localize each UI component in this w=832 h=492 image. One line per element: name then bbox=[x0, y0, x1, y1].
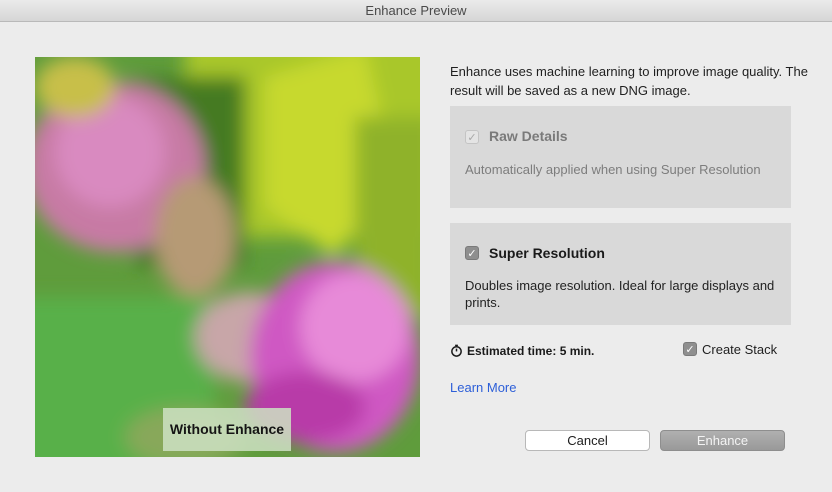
window-title: Enhance Preview bbox=[365, 3, 467, 18]
preview-label: Without Enhance bbox=[163, 408, 291, 451]
estimated-time-label: Estimated time: 5 min. bbox=[467, 344, 595, 358]
checkmark-icon: ✓ bbox=[685, 344, 695, 356]
learn-more-link[interactable]: Learn More bbox=[450, 380, 516, 395]
raw-details-description: Automatically applied when using Super R… bbox=[465, 162, 761, 177]
cancel-button[interactable]: Cancel bbox=[525, 430, 650, 451]
checkmark-icon: ✓ bbox=[467, 248, 477, 260]
raw-details-panel: ✓ Raw Details Automatically applied when… bbox=[450, 106, 791, 208]
stopwatch-icon bbox=[451, 344, 462, 357]
super-resolution-title[interactable]: Super Resolution bbox=[489, 245, 605, 261]
create-stack-checkbox[interactable]: ✓ bbox=[683, 342, 697, 356]
create-stack-label[interactable]: Create Stack bbox=[702, 342, 777, 357]
window-titlebar: Enhance Preview bbox=[0, 0, 832, 22]
super-resolution-description: Doubles image resolution. Ideal for larg… bbox=[465, 278, 775, 310]
super-resolution-panel: ✓ Super Resolution Doubles image resolut… bbox=[450, 223, 791, 325]
enhance-button[interactable]: Enhance bbox=[660, 430, 785, 451]
super-resolution-checkbox[interactable]: ✓ bbox=[465, 246, 479, 260]
checkmark-icon: ✓ bbox=[467, 132, 477, 144]
estimated-time: Estimated time: 5 min. bbox=[450, 344, 594, 358]
enhance-description: Enhance uses machine learning to improve… bbox=[450, 64, 808, 98]
raw-details-checkbox: ✓ bbox=[465, 130, 479, 144]
preview-image: Without Enhance bbox=[35, 57, 420, 457]
raw-details-title: Raw Details bbox=[489, 128, 568, 144]
flower-photo bbox=[35, 57, 420, 457]
